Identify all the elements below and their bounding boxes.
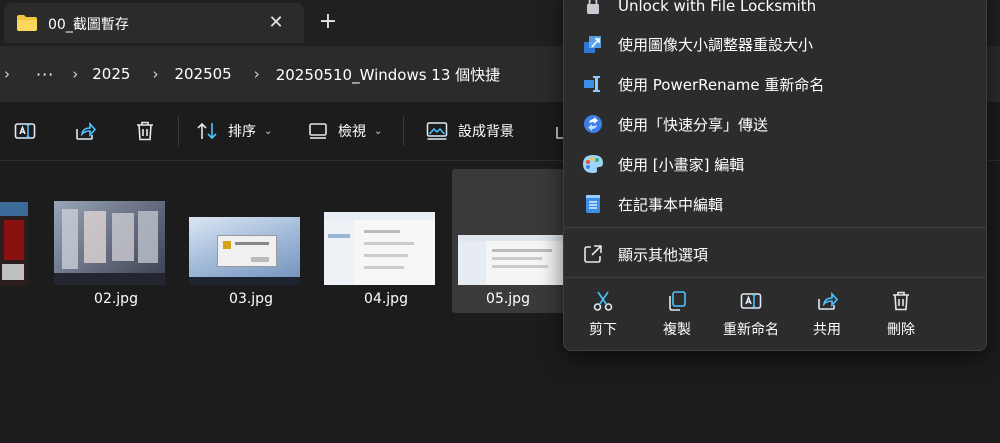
chevron-right-icon: › — [152, 65, 159, 83]
cut-label: 剪下 — [589, 322, 617, 338]
file-item-04[interactable]: 04.jpg — [318, 161, 454, 313]
scissors-icon — [593, 291, 613, 311]
delete-label: 刪除 — [887, 322, 915, 338]
file-thumbnail — [189, 217, 300, 285]
chevron-right-icon: › — [4, 65, 10, 83]
menu-item-label: 使用圖像大小調整器重設大小 — [618, 35, 814, 54]
folder-icon — [17, 15, 37, 31]
copy-button[interactable]: 複製 — [640, 289, 714, 349]
file-name: 05.jpg — [486, 291, 530, 307]
toolbar-divider — [403, 116, 404, 146]
menu-item-label: 使用 PowerRename 重新命名 — [618, 75, 825, 94]
close-tab-button[interactable]: ✕ — [262, 9, 290, 37]
menu-item-label: 使用「快速分享」傳送 — [618, 115, 769, 134]
breadcrumb-item-202505[interactable]: 202505 — [174, 65, 231, 83]
menu-divider — [564, 227, 986, 228]
menu-item-show-more-options[interactable]: 顯示其他選項 — [564, 235, 986, 273]
sort-icon — [197, 122, 217, 140]
view-label: 檢視 — [338, 124, 366, 140]
breadcrumb-item-current[interactable]: 20250510_Windows 13 個快捷 — [276, 64, 500, 85]
quick-share-icon — [584, 115, 602, 133]
share-label: 共用 — [813, 322, 841, 338]
notepad-icon — [586, 195, 600, 213]
file-thumbnail — [54, 201, 165, 285]
file-name: 02.jpg — [94, 291, 138, 307]
rename-icon — [740, 293, 762, 309]
menu-item-label: 在記事本中編輯 — [618, 195, 724, 214]
tab-title: 00_截圖暫存 — [48, 17, 129, 33]
share-icon[interactable] — [73, 119, 97, 143]
file-thumbnail — [458, 235, 564, 285]
share-button[interactable]: 共用 — [790, 289, 864, 349]
menu-item-notepad[interactable]: 在記事本中編輯 — [564, 185, 986, 223]
view-icon — [309, 123, 327, 139]
breadcrumb-item-2025[interactable]: 2025 — [92, 65, 130, 83]
menu-item-label: Unlock with File Locksmith — [618, 0, 817, 15]
menu-item-file-locksmith[interactable]: Unlock with File Locksmith — [564, 0, 986, 25]
file-name: 03.jpg — [229, 291, 273, 307]
copy-icon — [669, 291, 686, 311]
breadcrumb: › ··· › 2025 › 202505 › 20250510_Windows… — [0, 46, 500, 102]
image-resizer-icon — [584, 36, 601, 53]
breadcrumb-overflow[interactable]: ··· — [36, 65, 54, 84]
file-item-03[interactable]: 03.jpg — [183, 161, 319, 313]
menu-item-label: 使用 [小畫家] 編輯 — [618, 155, 745, 174]
rename-icon[interactable] — [13, 119, 37, 143]
rename-button[interactable]: 重新命名 — [714, 289, 788, 349]
menu-item-quick-share[interactable]: 使用「快速分享」傳送 — [564, 105, 986, 143]
set-background-label: 設成背景 — [458, 124, 514, 140]
sort-label: 排序 — [228, 124, 256, 140]
view-button[interactable]: 檢視 ⌄ — [308, 116, 382, 146]
chevron-down-icon: ⌄ — [374, 125, 383, 137]
delete-button[interactable]: 刪除 — [864, 289, 938, 349]
paint-icon — [583, 155, 603, 173]
file-thumbnail — [324, 212, 435, 285]
menu-item-label: 顯示其他選項 — [618, 245, 709, 264]
lock-icon — [587, 0, 599, 14]
set-background-button[interactable]: 設成背景 — [426, 116, 514, 146]
rename-label: 重新命名 — [723, 322, 779, 338]
chevron-down-icon: ⌄ — [264, 125, 273, 137]
context-menu: Unlock with File Locksmith 使用圖像大小調整器重設大小… — [563, 0, 987, 351]
menu-item-power-rename[interactable]: 使用 PowerRename 重新命名 — [564, 65, 986, 103]
open-external-icon — [584, 245, 602, 263]
toolbar-divider — [178, 116, 179, 146]
cut-button[interactable]: 剪下 — [566, 289, 640, 349]
power-rename-icon — [584, 76, 600, 92]
file-item-05[interactable]: 05.jpg — [452, 169, 564, 313]
tab-current-folder[interactable]: 00_截圖暫存 ✕ — [4, 3, 304, 43]
menu-item-paint[interactable]: 使用 [小畫家] 編輯 — [564, 145, 986, 183]
trash-icon — [893, 291, 909, 311]
trash-icon[interactable] — [133, 119, 157, 143]
menu-item-image-resizer[interactable]: 使用圖像大小調整器重設大小 — [564, 25, 986, 63]
sort-button[interactable]: 排序 ⌄ — [196, 116, 272, 146]
new-tab-button[interactable]: + — [314, 9, 342, 37]
wallpaper-icon — [426, 122, 448, 140]
file-thumbnail-partial[interactable] — [0, 202, 28, 286]
chevron-right-icon: › — [72, 65, 79, 83]
menu-divider — [564, 277, 986, 278]
file-item-02[interactable]: 02.jpg — [48, 161, 184, 313]
file-name: 04.jpg — [364, 291, 408, 307]
copy-label: 複製 — [663, 322, 691, 338]
share-icon — [818, 291, 839, 310]
chevron-right-icon: › — [253, 65, 260, 83]
